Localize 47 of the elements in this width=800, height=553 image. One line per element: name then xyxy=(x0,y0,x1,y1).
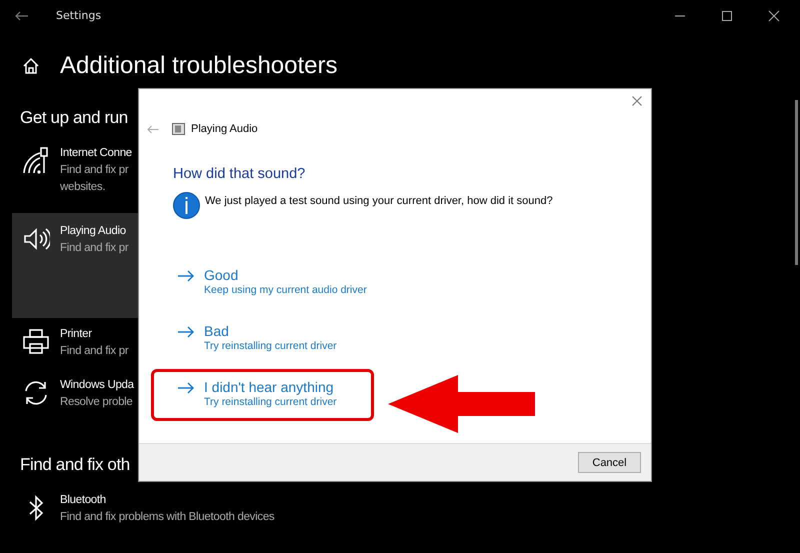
item-description: Find and fix pr xyxy=(60,344,128,359)
cancel-button[interactable]: Cancel xyxy=(578,452,641,473)
printer-icon xyxy=(22,328,50,356)
item-title[interactable]: Printer xyxy=(60,326,128,343)
option-subtitle: Keep using my current audio driver xyxy=(204,283,367,298)
item-title[interactable]: Bluetooth xyxy=(60,492,274,509)
option-title: I didn't hear anything xyxy=(204,379,335,395)
item-description: websites. xyxy=(60,180,106,195)
troubleshooter-item[interactable]: Internet Conne Find and fix pr websites. xyxy=(12,145,140,196)
info-icon xyxy=(173,192,200,219)
home-icon[interactable] xyxy=(22,57,40,75)
scrollbar[interactable] xyxy=(795,100,798,265)
troubleshooter-item[interactable]: Windows Upda Resolve proble xyxy=(12,377,140,411)
maximize-icon[interactable] xyxy=(721,10,733,22)
message-text: We just played a test sound using your current driver, how did it sound? xyxy=(205,195,553,209)
dialog-heading: How did that sound? xyxy=(173,166,306,182)
close-icon[interactable] xyxy=(632,96,642,106)
arrow-icon xyxy=(178,382,195,394)
troubleshooter-item[interactable]: Printer Find and fix pr xyxy=(12,326,140,360)
item-description: Find and fix pr xyxy=(60,163,130,178)
item-description: Find and fix pr xyxy=(60,241,128,256)
option-link[interactable]: Bad Try reinstalling current driver xyxy=(178,323,337,354)
close-icon[interactable] xyxy=(768,10,780,22)
dialog-title: Playing Audio xyxy=(191,123,258,135)
arrow-icon xyxy=(178,270,195,282)
troubleshooter-item[interactable]: Bluetooth Find and fix problems with Bluetooth devices xyxy=(12,492,274,526)
sync-icon xyxy=(22,379,50,407)
option-link[interactable]: I didn't hear anything Try reinstalling current driver xyxy=(178,379,337,410)
item-title[interactable]: Internet Conne xyxy=(60,145,132,162)
item-description: Resolve proble xyxy=(60,395,134,410)
back-icon[interactable] xyxy=(15,10,29,20)
section-heading: Get up and run xyxy=(20,108,128,129)
wifi-icon xyxy=(22,147,50,175)
option-title: Bad xyxy=(204,323,230,339)
arrow-icon xyxy=(178,326,195,338)
app-icon xyxy=(172,123,185,135)
section-heading: Find and fix oth xyxy=(20,455,130,476)
page-title: Additional troubleshooters xyxy=(60,52,338,80)
item-description: Find and fix problems with Bluetooth devices xyxy=(60,510,274,525)
option-title: Good xyxy=(204,267,240,283)
speaker-icon xyxy=(22,225,50,253)
window-title: Settings xyxy=(56,9,102,22)
option-link[interactable]: Good Keep using my current audio driver xyxy=(178,267,367,298)
item-title[interactable]: Windows Upda xyxy=(60,377,134,394)
option-subtitle: Try reinstalling current driver xyxy=(204,339,337,354)
option-subtitle: Try reinstalling current driver xyxy=(204,395,337,410)
item-title: Playing Audio xyxy=(60,224,127,239)
